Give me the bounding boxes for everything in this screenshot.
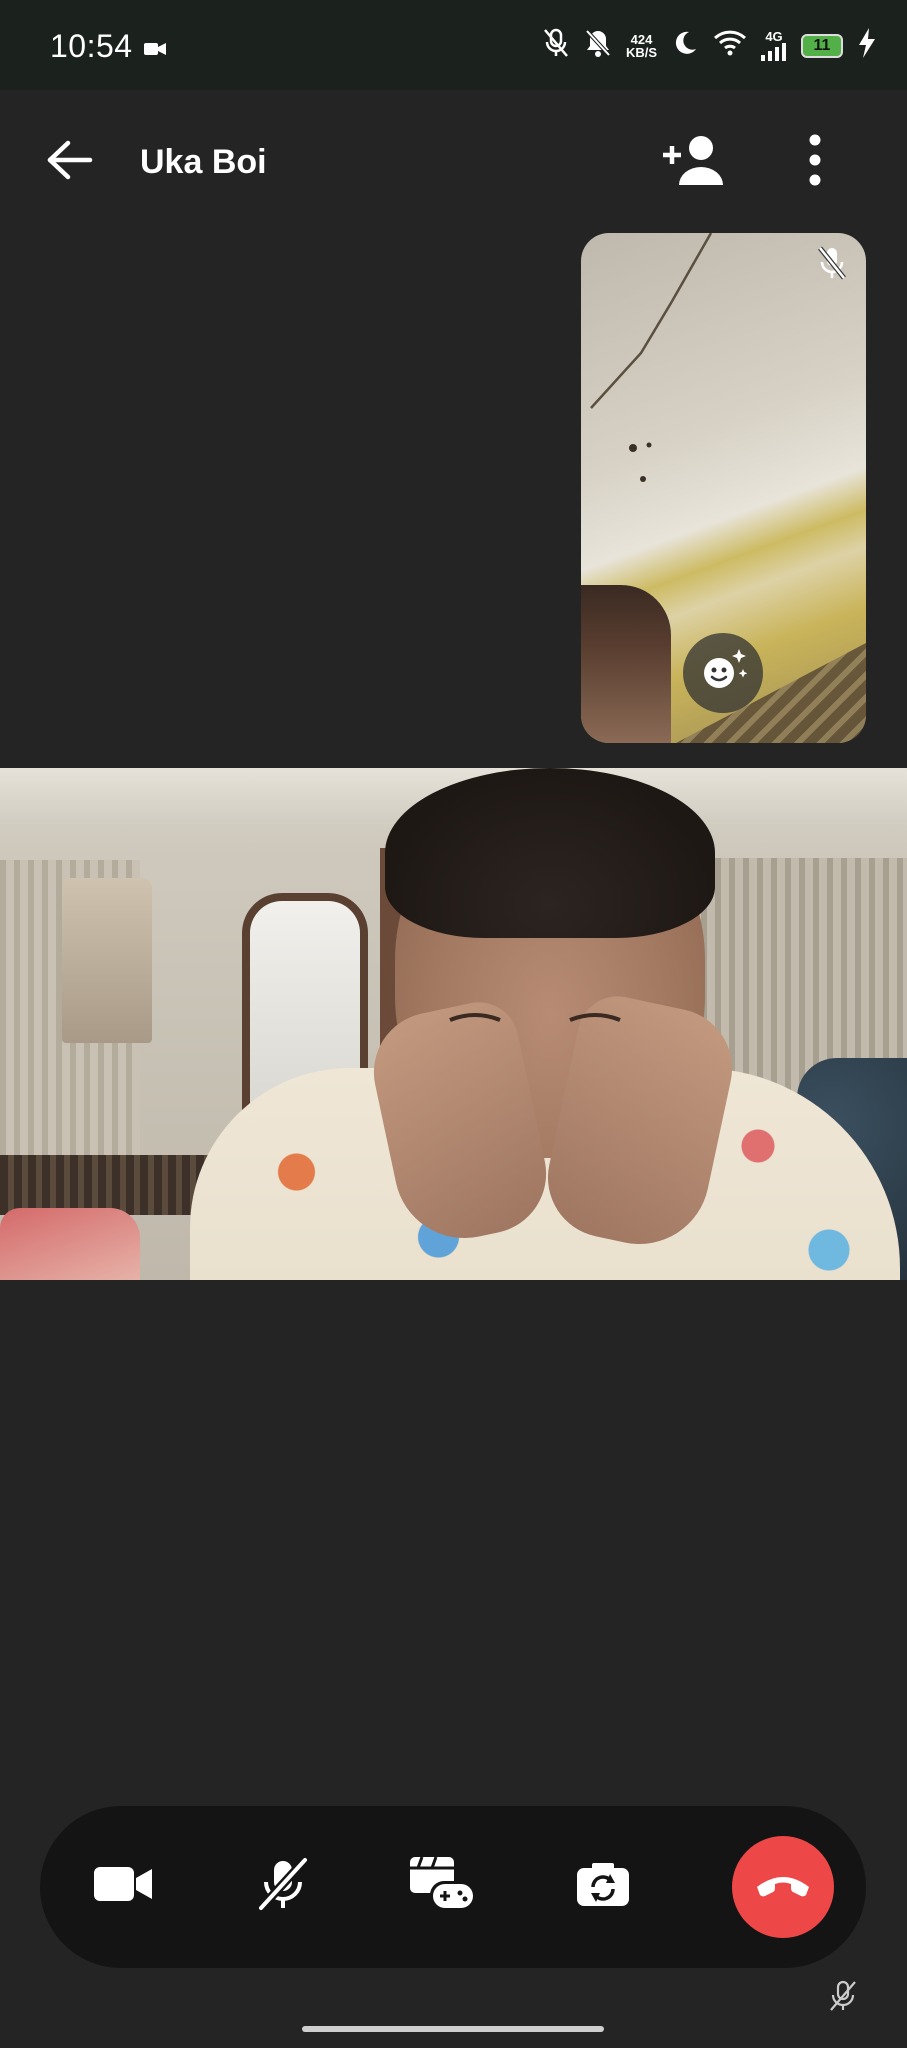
status-time: 10:54 — [50, 28, 133, 64]
back-arrow-icon — [46, 140, 94, 185]
more-vert-icon — [808, 134, 822, 191]
footer-mic-status — [823, 1978, 863, 2018]
notifications-off-icon — [584, 28, 612, 63]
end-call-button[interactable] — [732, 1836, 834, 1938]
games-icon — [408, 1855, 478, 1918]
mic-muted-icon — [828, 1979, 858, 2018]
remote-video-person-eyes — [449, 1013, 621, 1022]
remote-video-person-hair — [385, 768, 715, 938]
mute-button[interactable] — [243, 1846, 323, 1926]
mic-off-icon — [255, 1856, 311, 1917]
effects-button[interactable] — [683, 633, 763, 713]
more-options-button[interactable] — [790, 130, 840, 194]
net-speed-unit: KB/S — [625, 44, 657, 60]
add-person-icon — [661, 133, 725, 192]
net-speed: 424 KB/S — [626, 33, 657, 59]
video-recording-icon — [144, 41, 166, 62]
call-controls-bar — [40, 1806, 866, 1968]
remote-video-hanging-clothes — [62, 878, 152, 1043]
contact-name: Uka Boi — [140, 143, 267, 181]
flip-camera-icon — [574, 1860, 632, 1913]
self-view-mic-status — [812, 245, 852, 285]
end-call-icon — [754, 1872, 812, 1903]
battery-level: 11 — [813, 36, 831, 54]
dnd-moon-icon — [671, 29, 699, 62]
self-view-video[interactable] — [581, 233, 866, 743]
mic-muted-icon — [542, 28, 570, 63]
charging-icon — [857, 28, 877, 63]
call-header: Uka Boi — [0, 90, 907, 234]
effects-sparkle-icon — [697, 647, 749, 700]
network-type: 4G — [765, 28, 783, 44]
back-button[interactable] — [40, 134, 100, 190]
games-button[interactable] — [403, 1846, 483, 1926]
signal-icon: 4G — [761, 28, 787, 61]
video-camera-icon — [92, 1864, 154, 1909]
status-bar: 10:54 424 KB/S 4G 11 — [0, 0, 907, 90]
camera-toggle-button[interactable] — [83, 1846, 163, 1926]
remote-video-pillow — [0, 1208, 140, 1280]
status-icons: 424 KB/S 4G 11 — [542, 28, 877, 63]
self-view-person — [581, 585, 671, 743]
wifi-icon — [713, 29, 747, 62]
flip-camera-button[interactable] — [563, 1846, 643, 1926]
net-speed-value: 424 — [630, 31, 653, 47]
gesture-navigation-bar[interactable] — [302, 2026, 604, 2032]
battery-icon: 11 — [801, 33, 843, 58]
mic-muted-icon — [816, 245, 848, 286]
remote-video[interactable] — [0, 768, 907, 1280]
add-person-button[interactable] — [658, 130, 728, 194]
